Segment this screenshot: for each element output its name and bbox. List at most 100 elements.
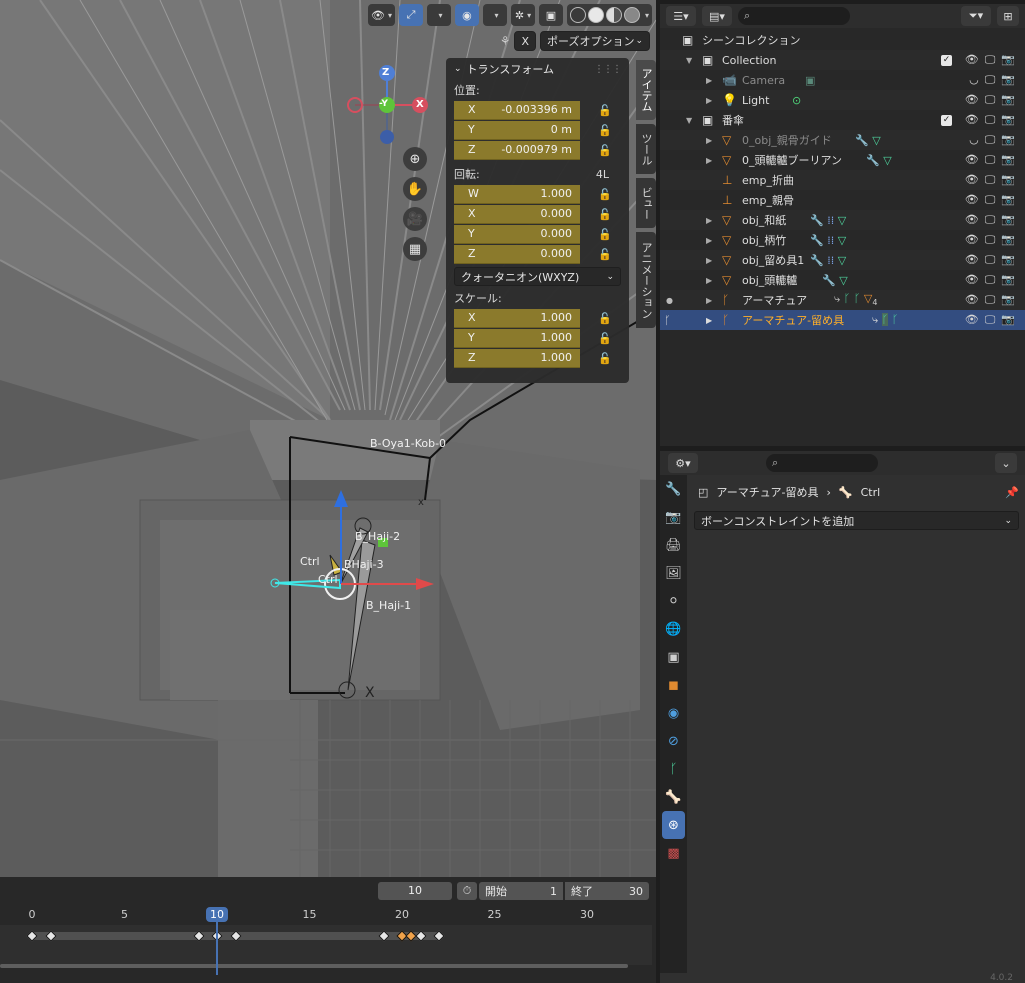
tab-tool-icon[interactable]: 🔧 <box>660 475 687 503</box>
expand-arrow-icon[interactable]: ▶ <box>706 96 712 105</box>
tab-render-icon[interactable]: 📷 <box>660 503 687 531</box>
monitor-icon[interactable]: 🖵 <box>985 53 996 67</box>
solid-shading-button[interactable] <box>587 7 604 23</box>
outliner-row-obj-boolean[interactable]: ▶ ▽ 0_頭轆轤ブーリアン 🔧 ▽ 👁 🖵 📷 <box>660 150 1025 170</box>
outliner-row-camera[interactable]: ▶ 📹 Camera ▣ ◡ 🖵 📷 <box>660 70 1025 90</box>
editor-type-button[interactable]: ⚙▾ <box>668 453 698 473</box>
eye-icon[interactable]: 👁 <box>965 153 979 167</box>
tab-view-layer-icon[interactable]: 🖼 <box>660 559 687 587</box>
expand-arrow-icon[interactable]: ▶ <box>706 236 712 245</box>
tab-scene-icon[interactable]: ⚪ <box>660 587 687 615</box>
mirror-icon[interactable]: ⚘ <box>500 34 511 48</box>
outliner-row-armature-tomegu[interactable]: ᚴ ▶ ᚴ アーマチュア-留め具 ⤷ ᚴ ᚴ 👁 🖵 📷 <box>660 310 1025 330</box>
location-y-field[interactable]: Y 0 m <box>454 120 580 140</box>
lock-icon[interactable]: 🔓 <box>598 207 612 221</box>
outliner-row-scene-collection[interactable]: ▣ シーンコレクション <box>660 30 1025 50</box>
tab-tool[interactable]: ツール <box>636 124 656 174</box>
monitor-icon[interactable]: 🖵 <box>985 113 996 127</box>
render-camera-icon[interactable]: 📷 <box>1001 53 1015 67</box>
pose-mode-icon[interactable]: ᚴ <box>664 314 671 327</box>
render-camera-icon[interactable]: 📷 <box>1001 93 1015 107</box>
eye-icon[interactable]: 👁 <box>965 293 979 307</box>
properties-search-input[interactable]: ⌕ <box>766 454 878 472</box>
tab-texture-icon[interactable]: ▩ <box>660 839 687 867</box>
current-frame-field[interactable]: 10 <box>378 882 452 900</box>
outliner-row-obj-washi[interactable]: ▶ ▽ obj_和紙 🔧 ⁞⁞ ▽ 👁 🖵 📷 <box>660 210 1025 230</box>
tab-world-icon[interactable]: 🌐 <box>660 615 687 643</box>
rendered-shading-button[interactable] <box>623 7 640 23</box>
pan-button[interactable]: ✋ <box>403 177 427 201</box>
rotation-y-field[interactable]: Y 0.000 <box>454 224 580 244</box>
eye-icon[interactable]: 👁 <box>965 173 979 187</box>
pin-icon[interactable]: 📌 <box>1005 486 1019 499</box>
eye-closed-icon[interactable]: ◡ <box>969 73 979 87</box>
filter-button[interactable]: ⏷▾ <box>961 6 991 26</box>
monitor-icon[interactable]: 🖵 <box>985 273 996 287</box>
gizmo-menu-button[interactable]: ▾ <box>426 4 451 26</box>
outliner-row-collection[interactable]: ▼ ▣ Collection ✓ 👁 🖵 📷 <box>660 50 1025 70</box>
tab-bone-icon[interactable]: 🦴 <box>660 783 687 811</box>
scale-x-field[interactable]: X 1.000 <box>454 308 580 328</box>
material-shading-button[interactable] <box>605 7 622 23</box>
xray-toggle-button[interactable]: ▣ <box>538 4 563 26</box>
outliner-row-obj-guide[interactable]: ▶ ▽ 0_obj_親骨ガイド 🔧 ▽ ◡ 🖵 📷 <box>660 130 1025 150</box>
lock-4d-toggle[interactable]: 4L <box>596 168 609 181</box>
new-collection-button[interactable]: ⊞ <box>997 6 1019 26</box>
end-frame-field[interactable]: 終了 30 <box>565 882 649 900</box>
expand-arrow-icon[interactable]: ▶ <box>706 316 712 325</box>
eye-icon[interactable]: 👁 <box>965 93 979 107</box>
expand-arrow-icon[interactable]: ▶ <box>706 136 712 145</box>
tab-constraints-icon[interactable]: ⊘ <box>660 727 687 755</box>
transform-panel-header[interactable]: ⌄ トランスフォーム ⋮⋮⋮ <box>446 58 629 80</box>
eye-icon[interactable]: 👁 <box>965 233 979 247</box>
eye-icon[interactable]: 👁 <box>965 193 979 207</box>
render-camera-icon[interactable]: 📷 <box>1001 113 1015 127</box>
editor-type-button[interactable]: ☰▾ <box>666 6 696 26</box>
render-camera-icon[interactable]: 📷 <box>1001 313 1015 327</box>
rotation-mode-select[interactable]: クォータニオン(WXYZ) ⌄ <box>454 267 621 286</box>
lock-icon[interactable]: 🔓 <box>598 247 612 261</box>
tab-animation[interactable]: アニメーション <box>636 232 656 328</box>
bone-overlay-button[interactable]: ✲ ▾ <box>510 4 535 26</box>
monitor-icon[interactable]: 🖵 <box>985 133 996 147</box>
tab-bone-constraints-icon[interactable]: ⊛ <box>662 811 685 839</box>
expand-arrow-icon[interactable]: ▶ <box>706 276 712 285</box>
eye-icon[interactable]: 👁 <box>965 53 979 67</box>
render-camera-icon[interactable]: 📷 <box>1001 233 1015 247</box>
tab-physics-icon[interactable]: ◉ <box>660 699 687 727</box>
render-camera-icon[interactable]: 📷 <box>1001 153 1015 167</box>
expand-arrow-icon[interactable]: ▶ <box>706 216 712 225</box>
outliner-row-obj-atamarokuro[interactable]: ▶ ▽ obj_頭轆轤 🔧 ▽ 👁 🖵 📷 <box>660 270 1025 290</box>
exclude-checkbox[interactable]: ✓ <box>941 114 952 126</box>
rotation-z-field[interactable]: Z 0.000 <box>454 244 580 264</box>
outliner-row-bangasa[interactable]: ▼ ▣ 番傘 ✓ 👁 🖵 📷 <box>660 110 1025 130</box>
render-camera-icon[interactable]: 📷 <box>1001 173 1015 187</box>
expand-arrow-icon[interactable]: ▶ <box>706 256 712 265</box>
tab-output-icon[interactable]: 🖨 <box>660 531 687 559</box>
outliner-row-emp-oyabone[interactable]: ⊥ emp_親骨 👁 🖵 📷 <box>660 190 1025 210</box>
render-camera-icon[interactable]: 📷 <box>1001 293 1015 307</box>
render-camera-icon[interactable]: 📷 <box>1001 133 1015 147</box>
location-x-field[interactable]: X -0.003396 m <box>454 100 580 120</box>
expand-arrow-icon[interactable]: ▼ <box>686 116 692 125</box>
outliner-search-input[interactable]: ⌕ <box>738 7 850 25</box>
outliner-row-obj-etake[interactable]: ▶ ▽ obj_柄竹 🔧 ⁞⁞ ▽ 👁 🖵 📷 <box>660 230 1025 250</box>
expand-arrow-icon[interactable]: ▶ <box>706 156 712 165</box>
3d-viewport[interactable]: X x B-Oya1-Kob-0 B_Haji-2 Ctrl BHaji-3 C… <box>0 0 656 877</box>
stopwatch-icon[interactable]: ⏱ <box>457 882 477 900</box>
overlays-menu-button[interactable]: ▾ <box>482 4 507 26</box>
lock-icon[interactable]: 🔓 <box>598 143 612 157</box>
playhead[interactable] <box>216 913 218 975</box>
monitor-icon[interactable]: 🖵 <box>985 213 996 227</box>
outliner-row-light[interactable]: ▶ 💡 Light ⊙ 👁 🖵 📷 <box>660 90 1025 110</box>
options-dropdown-button[interactable]: ⌄ <box>995 453 1017 473</box>
monitor-icon[interactable]: 🖵 <box>985 173 996 187</box>
x-mirror-toggle[interactable]: X <box>514 31 536 51</box>
overlays-toggle-button[interactable]: ◉ <box>454 4 479 26</box>
outliner-row-armature[interactable]: ● ▶ ᚴ アーマチュア ⤷ ᚴ ᚴ ▽4 👁 🖵 📷 <box>660 290 1025 310</box>
visibility-selector-button[interactable]: 👁 ▾ <box>368 4 395 26</box>
lock-icon[interactable]: 🔓 <box>598 187 612 201</box>
expand-arrow-icon[interactable]: ▶ <box>706 296 712 305</box>
start-frame-field[interactable]: 開始 1 <box>479 882 563 900</box>
outliner-row-obj-tomegu[interactable]: ▶ ▽ obj_留め具1 🔧 ⁞⁞ ▽ 👁 🖵 📷 <box>660 250 1025 270</box>
